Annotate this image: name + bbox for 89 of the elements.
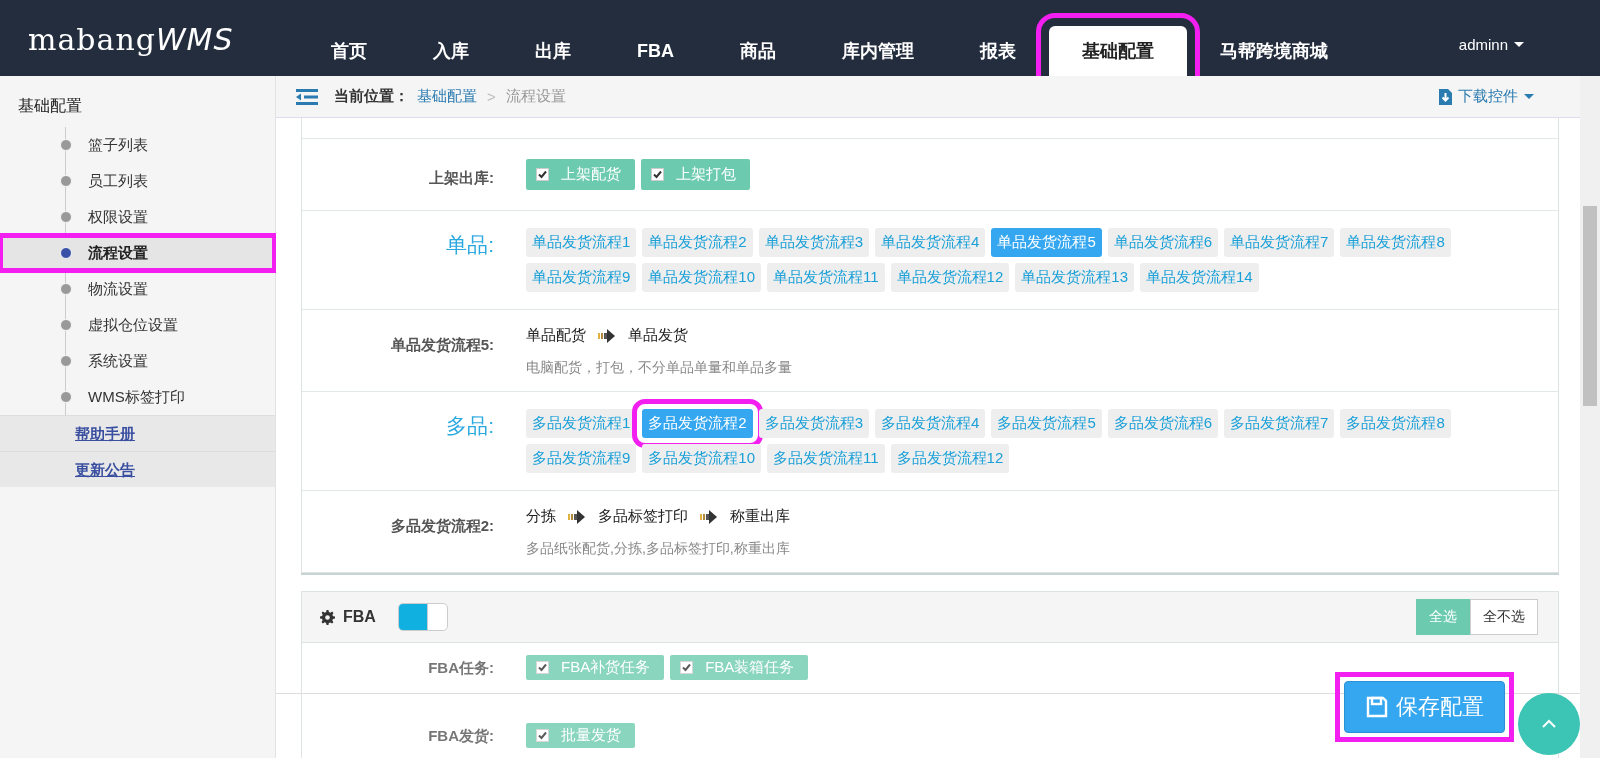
step-label: 多品标签打印: [598, 507, 688, 526]
sidebar-item[interactable]: 虚拟仓位设置: [0, 307, 275, 343]
flow-option[interactable]: 多品发货流程7: [1224, 409, 1335, 438]
group-label: 多品:: [445, 413, 495, 439]
download-menu[interactable]: 下载控件: [1439, 87, 1534, 106]
sidebar-item[interactable]: 流程设置: [0, 235, 275, 271]
checkbox-option[interactable]: 批量发货: [526, 723, 635, 748]
flow-option[interactable]: 单品发货流程6: [1107, 228, 1219, 257]
nav-tab[interactable]: 出库: [502, 26, 604, 76]
flow-option[interactable]: 单品发货流程2: [642, 228, 753, 257]
flow-description: 电脑配货，打包，不分单品单量和单品多量: [526, 359, 792, 377]
breadcrumb-separator: >: [487, 88, 496, 105]
group-label: 单品:: [445, 232, 495, 258]
flow-option[interactable]: 单品发货流程10: [642, 263, 762, 292]
step-label: 单品发货: [628, 326, 688, 345]
flow-option[interactable]: 单品发货流程8: [1340, 228, 1451, 257]
scrollbar[interactable]: [1580, 76, 1600, 758]
sidebar-link[interactable]: 更新公告: [0, 451, 275, 487]
sidebar-item[interactable]: 权限设置: [0, 199, 275, 235]
arrow-right-icon: [568, 509, 586, 524]
nav-tab[interactable]: 马帮跨境商城: [1187, 26, 1361, 76]
checkbox[interactable]: [651, 168, 664, 181]
settings-icon: [320, 609, 335, 625]
sidebar-item[interactable]: 系统设置: [0, 343, 275, 379]
section-title: FBA: [343, 608, 376, 626]
flow-option[interactable]: 多品发货流程11: [767, 444, 885, 473]
caret-icon: [1514, 42, 1524, 47]
nav-tab[interactable]: 库内管理: [809, 26, 947, 76]
flow-option[interactable]: 多品发货流程10: [642, 444, 762, 473]
menu-collapse-icon[interactable]: [296, 88, 318, 105]
nav-tab[interactable]: 基础配置: [1049, 26, 1187, 76]
flow-option[interactable]: 多品发货流程8: [1340, 409, 1451, 438]
logo: mabangWMS: [28, 22, 234, 57]
step-label: 单品配货: [526, 326, 586, 345]
flow-description: 多品纸张配货,分拣,多品标签打印,称重出库: [526, 540, 790, 558]
checkbox[interactable]: [680, 661, 694, 674]
checkbox[interactable]: [536, 729, 549, 742]
flow-option[interactable]: 单品发货流程12: [890, 263, 1010, 292]
step-label: 称重出库: [730, 507, 790, 526]
field-label: FBA发货:: [427, 726, 495, 746]
nav-tab[interactable]: 首页: [298, 26, 400, 76]
checkbox-option[interactable]: 上架配货: [526, 159, 635, 190]
flow-option[interactable]: 单品发货流程7: [1224, 228, 1335, 257]
select-all-button[interactable]: 全不选: [1470, 599, 1538, 635]
flow-option[interactable]: 单品发货流程4: [875, 228, 986, 257]
field-label: 多品发货流程2:: [389, 516, 495, 536]
toggle-switch[interactable]: [397, 603, 448, 631]
sidebar-item[interactable]: 员工列表: [0, 163, 275, 199]
arrow-right-icon: [700, 509, 718, 524]
flow-option[interactable]: 多品发货流程12: [890, 444, 1010, 473]
checkbox[interactable]: [536, 168, 549, 181]
sidebar-title: 基础配置: [17, 96, 83, 116]
step-label: 分拣: [526, 507, 556, 526]
arrow-right-icon: [598, 328, 616, 343]
flow-option[interactable]: 多品发货流程9: [526, 444, 637, 473]
flow-option[interactable]: 单品发货流程11: [767, 263, 885, 292]
sidebar-item[interactable]: 物流设置: [0, 271, 275, 307]
flow-option[interactable]: 单品发货流程9: [526, 263, 637, 292]
flow-option[interactable]: 多品发货流程5: [991, 409, 1102, 438]
breadcrumb-current: 流程设置: [505, 87, 566, 106]
checkbox[interactable]: [536, 661, 549, 674]
nav-tab[interactable]: 报表: [947, 26, 1049, 76]
download-icon: [1439, 88, 1452, 105]
nav-tab[interactable]: FBA: [604, 26, 707, 76]
sidebar-link[interactable]: 帮助手册: [0, 415, 275, 451]
flow-option[interactable]: 单品发货流程1: [526, 228, 637, 257]
flow-option[interactable]: 单品发货流程13: [1015, 263, 1134, 292]
breadcrumb-prefix: 当前位置：: [334, 87, 409, 106]
nav-tab[interactable]: 入库: [400, 26, 502, 76]
sidebar-item[interactable]: 篮子列表: [0, 127, 275, 163]
user-menu[interactable]: adminn: [1458, 36, 1524, 53]
sidebar-item[interactable]: WMS标签打印: [0, 379, 275, 415]
flow-option[interactable]: 多品发货流程4: [875, 409, 986, 438]
field-label: 单品发货流程5:: [389, 335, 495, 355]
select-all-button[interactable]: 全选: [1416, 599, 1470, 635]
flow-option[interactable]: 单品发货流程14: [1140, 263, 1259, 292]
nav-tab[interactable]: 商品: [707, 26, 809, 76]
chevron-up-icon: [1541, 719, 1557, 729]
flow-option[interactable]: 多品发货流程6: [1107, 409, 1219, 438]
save-button[interactable]: 保存配置: [1344, 681, 1505, 733]
breadcrumb-link[interactable]: 基础配置: [417, 87, 477, 106]
checkbox-option[interactable]: FBA补货任务: [526, 655, 665, 680]
field-label: FBA任务:: [427, 658, 495, 678]
checkbox-option[interactable]: 上架打包: [641, 159, 750, 190]
checkbox-option[interactable]: FBA装箱任务: [670, 655, 809, 680]
flow-option[interactable]: 单品发货流程5: [991, 228, 1102, 257]
field-label: 上架出库:: [428, 168, 495, 188]
flow-option[interactable]: 多品发货流程3: [758, 409, 870, 438]
flow-option[interactable]: 单品发货流程3: [758, 228, 870, 257]
